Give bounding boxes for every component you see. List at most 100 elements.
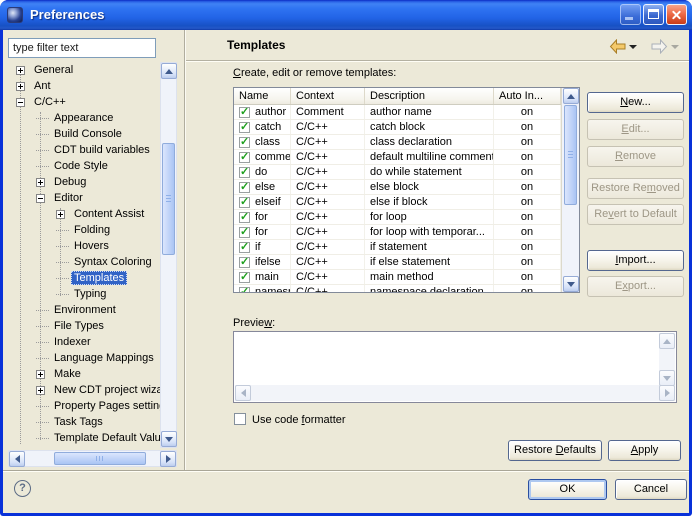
tree-item-cdt-build-variables[interactable]: CDT build variables [8, 142, 160, 158]
scroll-down-button[interactable] [161, 431, 177, 447]
tree-item-code-style[interactable]: Code Style [8, 158, 160, 174]
new-button[interactable]: New... [587, 92, 684, 113]
scrollbar-thumb[interactable] [564, 105, 577, 205]
plus-box-icon[interactable] [36, 178, 45, 187]
tree-item-appearance[interactable]: Appearance [8, 110, 160, 126]
help-button[interactable] [14, 480, 31, 497]
restore-defaults-button[interactable]: Restore Defaults [508, 440, 602, 461]
tree-item-c-cpp[interactable]: C/C++ [8, 94, 160, 110]
tree-item-property-pages-settings[interactable]: Property Pages settings [8, 398, 160, 414]
row-checkbox[interactable] [239, 227, 250, 238]
table-row[interactable]: ifelseC/C++if else statementon [234, 255, 579, 270]
filter-input[interactable] [8, 38, 156, 58]
row-checkbox[interactable] [239, 152, 250, 163]
tree-item-folding[interactable]: Folding [8, 222, 160, 238]
revert-to-default-button: Revert to Default [587, 204, 684, 225]
tree-horizontal-scrollbar[interactable] [8, 450, 177, 467]
table-row[interactable]: forC/C++for loop with temporar...on [234, 225, 579, 240]
tree-item-language-mappings[interactable]: Language Mappings [8, 350, 160, 366]
minimize-icon [625, 17, 633, 20]
row-checkbox[interactable] [239, 287, 250, 294]
use-code-formatter-checkbox[interactable] [234, 413, 246, 425]
plus-box-icon[interactable] [36, 386, 45, 395]
row-checkbox[interactable] [239, 122, 250, 133]
minus-box-icon[interactable] [16, 98, 25, 107]
row-checkbox[interactable] [239, 272, 250, 283]
scrollbar-thumb[interactable] [162, 143, 175, 255]
table-row[interactable]: namespaceC/C++namespace declarationon [234, 285, 579, 293]
table-row[interactable]: forC/C++for loopon [234, 210, 579, 225]
row-checkbox[interactable] [239, 107, 250, 118]
tree-item-hovers[interactable]: Hovers [8, 238, 160, 254]
minimize-button[interactable] [620, 4, 641, 25]
tree-item-new-cdt-project-wizard[interactable]: New CDT project wizard [8, 382, 160, 398]
tree-vertical-scrollbar[interactable] [160, 62, 177, 448]
plus-box-icon[interactable] [16, 82, 25, 91]
table-row[interactable]: elseC/C++else blockon [234, 180, 579, 195]
table-row[interactable]: mainC/C++main methodon [234, 270, 579, 285]
preview-textarea[interactable] [233, 331, 677, 403]
tree-item-make[interactable]: Make [8, 366, 160, 382]
ok-button[interactable]: OK [528, 479, 607, 500]
tree-item-content-assist[interactable]: Content Assist [8, 206, 160, 222]
forward-arrow-icon [651, 39, 668, 54]
row-checkbox[interactable] [239, 182, 250, 193]
tree-item-template-default-values[interactable]: Template Default Values [8, 430, 160, 446]
table-row[interactable]: authorCommentauthor nameon [234, 105, 579, 120]
row-checkbox[interactable] [239, 137, 250, 148]
column-header-context[interactable]: Context [291, 88, 365, 104]
tree-item-environment[interactable]: Environment [8, 302, 160, 318]
scroll-up-button[interactable] [563, 88, 579, 104]
minus-box-icon[interactable] [36, 194, 45, 203]
row-checkbox[interactable] [239, 167, 250, 178]
preview-label: Preview: [233, 317, 275, 329]
tree-item-general[interactable]: General [8, 62, 160, 78]
table-row[interactable]: catchC/C++catch blockon [234, 120, 579, 135]
apply-button[interactable]: Apply [608, 440, 681, 461]
table-row[interactable]: doC/C++do while statementon [234, 165, 579, 180]
plus-box-icon[interactable] [56, 210, 65, 219]
scroll-left-button[interactable] [9, 451, 25, 467]
tree-item-indexer[interactable]: Indexer [8, 334, 160, 350]
row-checkbox[interactable] [239, 257, 250, 268]
tree-item-build-console[interactable]: Build Console [8, 126, 160, 142]
column-header-description[interactable]: Description [365, 88, 494, 104]
table-header: Name Context Description Auto In... [234, 88, 579, 105]
cancel-button[interactable]: Cancel [615, 479, 687, 500]
tree-item-editor[interactable]: Editor [8, 190, 160, 206]
import-button[interactable]: Import... [587, 250, 684, 271]
table-row[interactable]: ifC/C++if statementon [234, 240, 579, 255]
close-button[interactable] [666, 4, 687, 25]
tree-item-ant[interactable]: Ant [8, 78, 160, 94]
templates-table: Name Context Description Auto In... auth… [233, 87, 580, 293]
scroll-down-button[interactable] [563, 276, 579, 292]
preferences-tree: General Ant C/C++ Appearance Build Conso… [8, 62, 160, 448]
column-header-name[interactable]: Name [234, 88, 291, 104]
app-icon[interactable] [7, 7, 23, 23]
tree-item-file-types[interactable]: File Types [8, 318, 160, 334]
tree-item-typing[interactable]: Typing [8, 286, 160, 302]
tree-connector [36, 118, 49, 119]
row-checkbox[interactable] [239, 212, 250, 223]
table-row[interactable]: elseifC/C++else if blockon [234, 195, 579, 210]
plus-box-icon[interactable] [16, 66, 25, 75]
row-checkbox[interactable] [239, 242, 250, 253]
table-row[interactable]: commentC/C++default multiline commenton [234, 150, 579, 165]
back-button[interactable] [609, 39, 637, 54]
tree-item-task-tags[interactable]: Task Tags [8, 414, 160, 430]
table-vertical-scrollbar[interactable] [561, 88, 579, 292]
tree-item-templates[interactable]: Templates [8, 270, 160, 286]
scrollbar-thumb[interactable] [54, 452, 146, 465]
chevron-down-icon [629, 45, 637, 49]
column-header-auto-insert[interactable]: Auto In... [494, 88, 561, 104]
tree-item-debug[interactable]: Debug [8, 174, 160, 190]
maximize-button[interactable] [643, 4, 664, 25]
scroll-up-button[interactable] [161, 63, 177, 79]
plus-box-icon[interactable] [36, 370, 45, 379]
row-checkbox[interactable] [239, 197, 250, 208]
export-button: Export... [587, 276, 684, 297]
scroll-right-button[interactable] [160, 451, 176, 467]
tree-item-syntax-coloring[interactable]: Syntax Coloring [8, 254, 160, 270]
table-row[interactable]: classC/C++class declarationon [234, 135, 579, 150]
titlebar[interactable]: Preferences [0, 0, 692, 30]
